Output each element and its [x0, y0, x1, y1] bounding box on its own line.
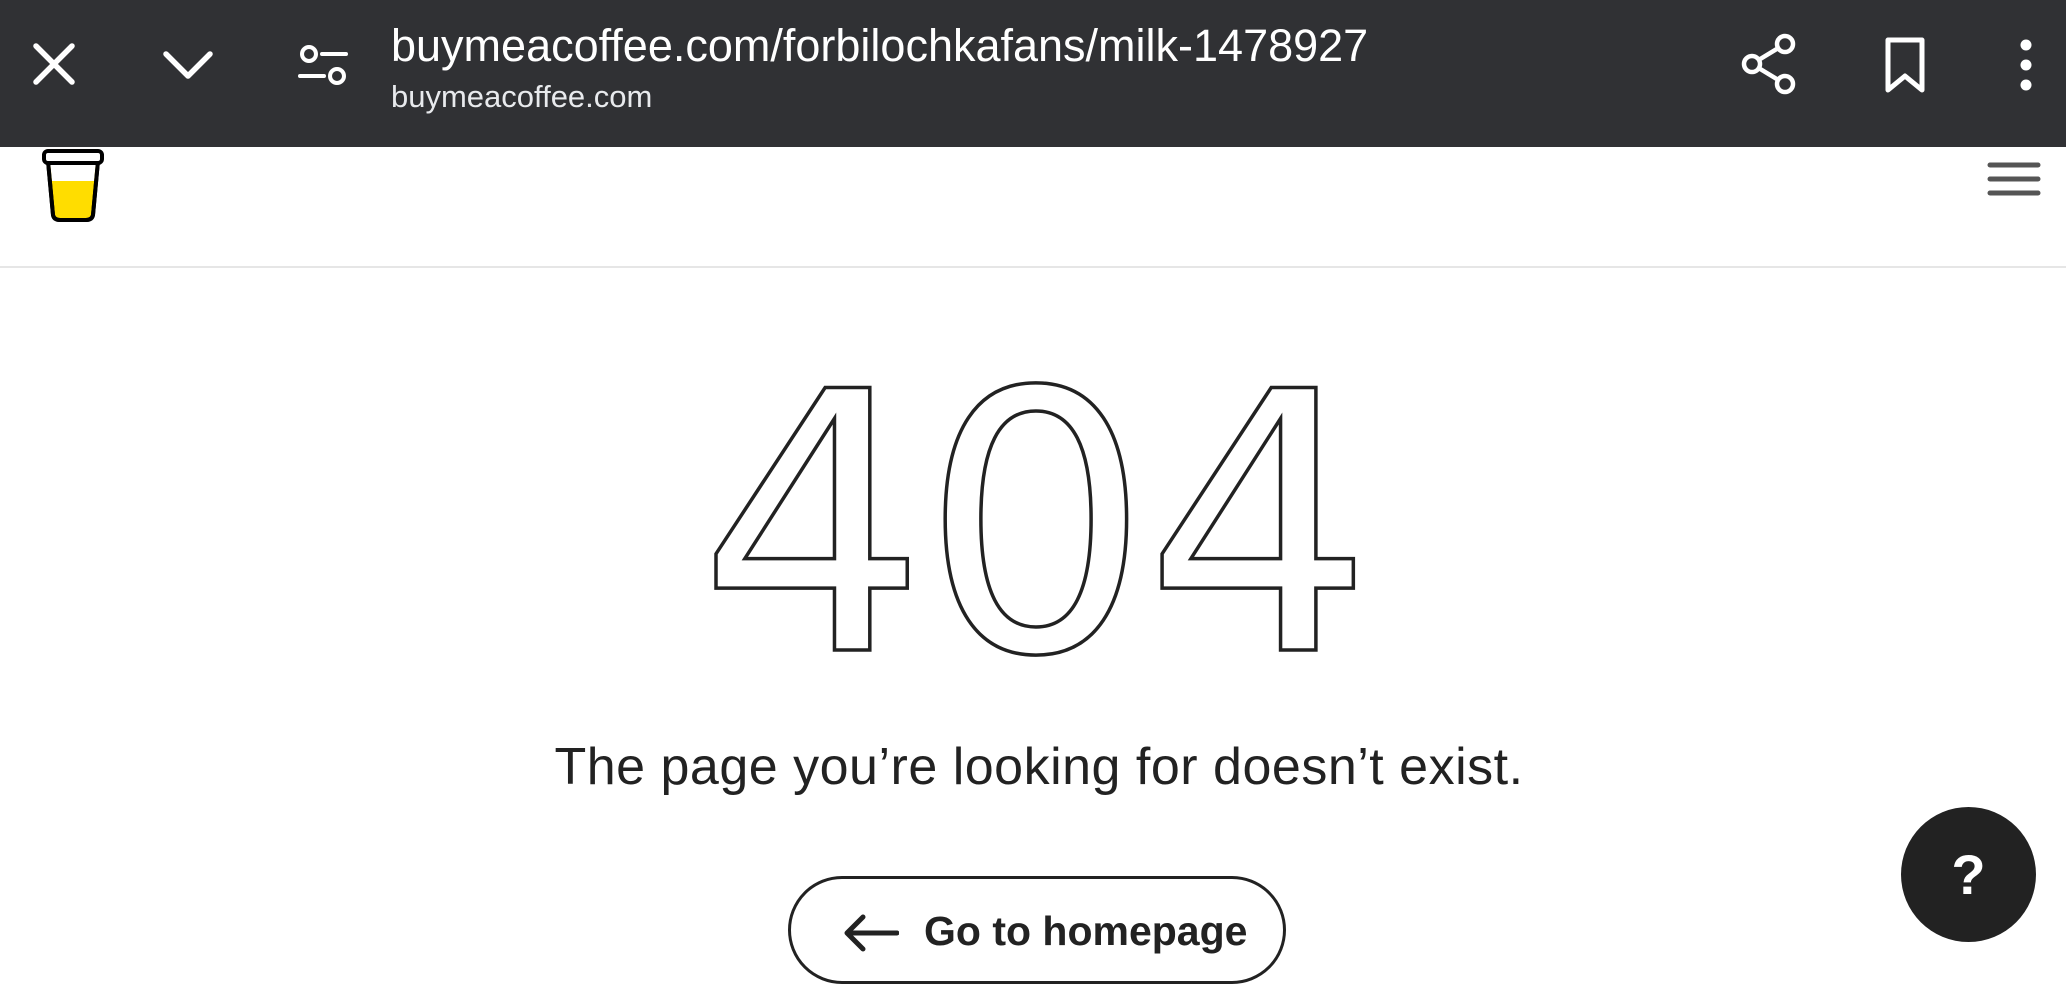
page-info-icon[interactable]: [296, 40, 350, 90]
browser-toolbar: buymeacoffee.com/forbilochkafans/milk-14…: [0, 0, 2066, 147]
site-header: [0, 147, 2066, 268]
error-code-text: 404: [698, 360, 1367, 680]
error-message: The page you’re looking for doesn’t exis…: [554, 738, 1524, 796]
more-vert-icon[interactable]: [2006, 36, 2046, 94]
bookmark-icon[interactable]: [1880, 36, 1930, 94]
error-code: 404: [697, 360, 1376, 680]
share-icon[interactable]: [1738, 32, 1800, 96]
go-to-homepage-button[interactable]: Go to homepage: [788, 876, 1286, 984]
go-to-homepage-label: Go to homepage: [924, 908, 1248, 954]
close-icon[interactable]: [26, 36, 82, 92]
hamburger-menu-icon[interactable]: [1986, 157, 2042, 203]
url-host: buymeacoffee.com: [391, 79, 653, 114]
chevron-down-icon[interactable]: [158, 36, 218, 92]
arrow-left-icon: [844, 914, 899, 952]
help-button[interactable]: ?: [1901, 807, 2036, 942]
url-text[interactable]: buymeacoffee.com/forbilochkafans/milk-14…: [391, 18, 1368, 74]
coffee-cup-logo[interactable]: [38, 147, 108, 223]
